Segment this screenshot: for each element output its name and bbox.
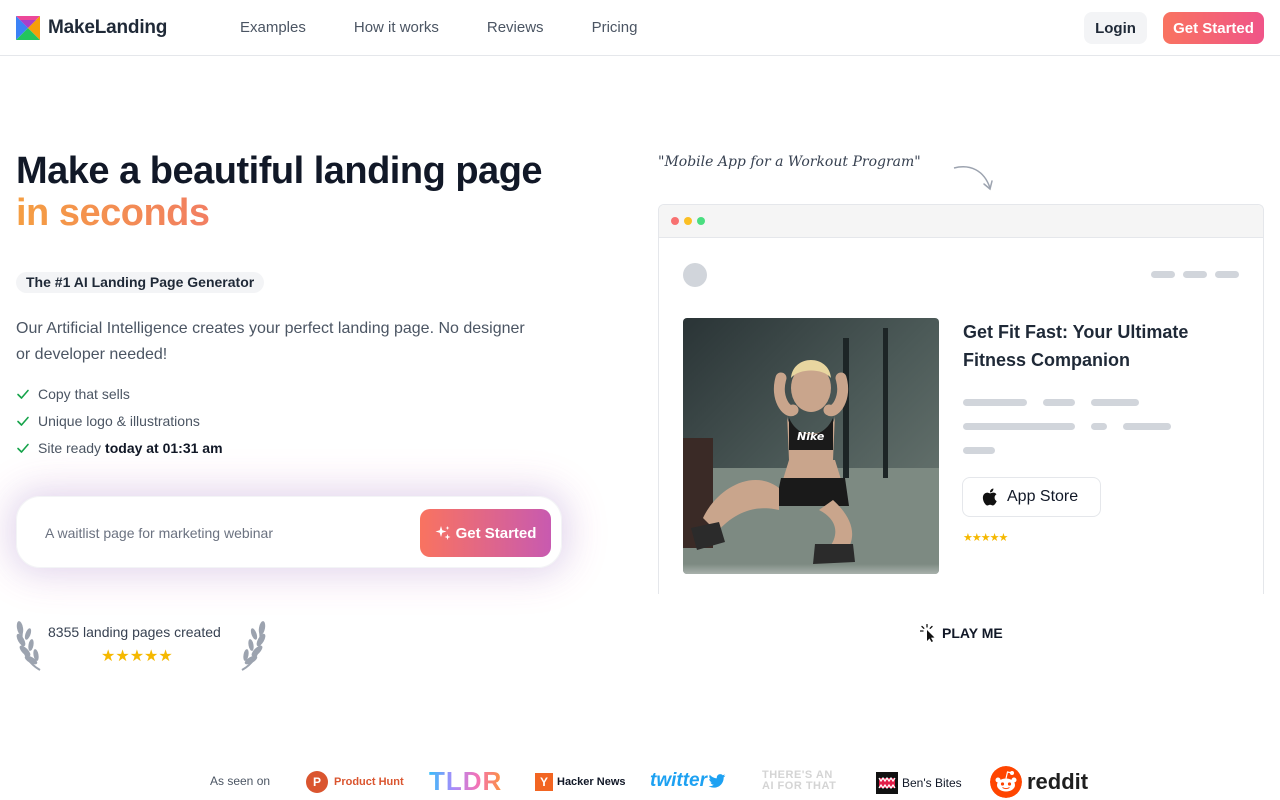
maximize-dot-icon — [697, 217, 705, 225]
main-nav: Examples How it works Reviews Pricing — [240, 19, 685, 36]
check-icon — [17, 443, 29, 453]
hero-title: Make a beautiful landing page in seconds — [16, 150, 543, 234]
login-button[interactable]: Login — [1084, 12, 1147, 44]
text-placeholder — [963, 447, 995, 454]
reddit-alien-icon — [990, 766, 1022, 798]
feature-list: Copy that sells Unique logo & illustrati… — [16, 380, 223, 461]
bens-bites-logo: Ben's Bites — [876, 772, 962, 794]
get-started-button[interactable]: Get Started — [420, 509, 551, 557]
hacker-news-text: Hacker News — [557, 776, 626, 788]
feature-item: Unique logo & illustrations — [16, 407, 223, 434]
tldr-logo: TLDR — [429, 766, 502, 797]
sparkle-icon — [435, 526, 451, 540]
browser-titlebar — [659, 205, 1263, 238]
hero-badge: The #1 AI Landing Page Generator — [16, 272, 265, 293]
nav-pricing[interactable]: Pricing — [592, 19, 638, 36]
text-placeholder — [1043, 399, 1075, 406]
feature-text: Site ready — [38, 439, 102, 456]
text-placeholder — [1091, 399, 1139, 406]
reddit-logo: reddit — [990, 766, 1088, 798]
twitter-text: twitter — [650, 770, 707, 791]
text-placeholder — [1123, 423, 1171, 430]
play-me-label: PLAY ME — [942, 625, 1003, 641]
feature-text: Unique logo & illustrations — [38, 412, 200, 429]
feature-item: Site ready today at 01:31 am — [16, 434, 223, 461]
product-hunt-logo: P Product Hunt — [306, 771, 404, 793]
makelanding-logo-icon — [16, 16, 40, 40]
text-placeholder — [963, 399, 1027, 406]
nav-how-it-works[interactable]: How it works — [354, 19, 439, 36]
preview-logo-placeholder — [683, 263, 707, 287]
laurel-right-icon — [241, 621, 266, 671]
svg-text:Nike: Nike — [797, 430, 825, 443]
prompt-box: Get Started — [16, 496, 562, 568]
preview-nav-placeholder — [1215, 271, 1239, 278]
top-navbar: MakeLanding Examples How it works Review… — [0, 0, 1280, 56]
app-store-button[interactable]: App Store — [962, 477, 1101, 517]
hacker-news-logo: Y Hacker News — [535, 773, 626, 791]
app-store-label: App Store — [1007, 488, 1079, 505]
twitter-bird-icon — [708, 774, 726, 788]
preview-browser-window[interactable]: Nike Get Fit Fast: Your Ultimate Fitness… — [658, 204, 1264, 594]
landing-pages-counter: 8355 landing pages created — [48, 624, 221, 640]
text-placeholder — [963, 423, 1075, 430]
workout-photo: Nike — [683, 318, 939, 574]
feature-item: Copy that sells — [16, 380, 223, 407]
nav-examples[interactable]: Examples — [240, 19, 306, 36]
twitter-logo: twitter — [650, 770, 726, 792]
nav-reviews[interactable]: Reviews — [487, 19, 544, 36]
apple-icon — [982, 488, 997, 506]
bens-bites-text: Ben's Bites — [902, 776, 962, 790]
laurel-left-icon — [16, 621, 41, 671]
check-icon — [17, 416, 29, 426]
feature-text: Copy that sells — [38, 385, 130, 402]
reddit-text: reddit — [1027, 769, 1089, 794]
rating-stars: ★★★★★ — [101, 648, 173, 665]
feature-time: today at 01:31 am — [105, 439, 223, 456]
preview-fade — [659, 564, 1263, 594]
play-me-button[interactable]: PLAY ME — [920, 624, 1003, 642]
click-cursor-icon — [920, 624, 935, 642]
close-dot-icon — [671, 217, 679, 225]
as-seen-on-label: As seen on — [210, 774, 271, 788]
hero-title-highlight: in seconds — [16, 192, 542, 234]
curved-arrow-icon — [953, 166, 993, 191]
aiforthat-text-line2: AI FOR THAT — [762, 780, 837, 792]
bens-bites-icon — [876, 772, 898, 794]
preview-nav-placeholder — [1151, 271, 1175, 278]
get-started-label: Get Started — [455, 524, 537, 542]
brand-logo[interactable]: MakeLanding — [16, 16, 167, 40]
preview-headline: Get Fit Fast: Your Ultimate Fitness Comp… — [963, 322, 1189, 370]
hero-title-line1: Make a beautiful landing page — [16, 150, 543, 192]
there-is-an-ai-for-that-logo: THERE'S AN AI FOR THAT — [762, 770, 836, 792]
minimize-dot-icon — [684, 217, 692, 225]
product-hunt-text: Product Hunt — [334, 776, 404, 788]
check-icon — [17, 389, 29, 399]
get-started-nav-button[interactable]: Get Started — [1163, 12, 1264, 44]
example-prompt-note: "Mobile App for a Workout Program" — [658, 154, 921, 170]
preview-nav-placeholder — [1183, 271, 1207, 278]
hero-description: Our Artificial Intelligence creates your… — [16, 320, 525, 363]
tldr-text: TLDR — [429, 766, 503, 796]
prompt-input[interactable] — [45, 521, 405, 545]
product-hunt-icon: P — [306, 771, 328, 793]
brand-name: MakeLanding — [48, 17, 168, 38]
y-combinator-icon: Y — [535, 773, 553, 791]
preview-rating-stars: ★★★★★ — [963, 532, 1008, 544]
text-placeholder — [1091, 423, 1107, 430]
